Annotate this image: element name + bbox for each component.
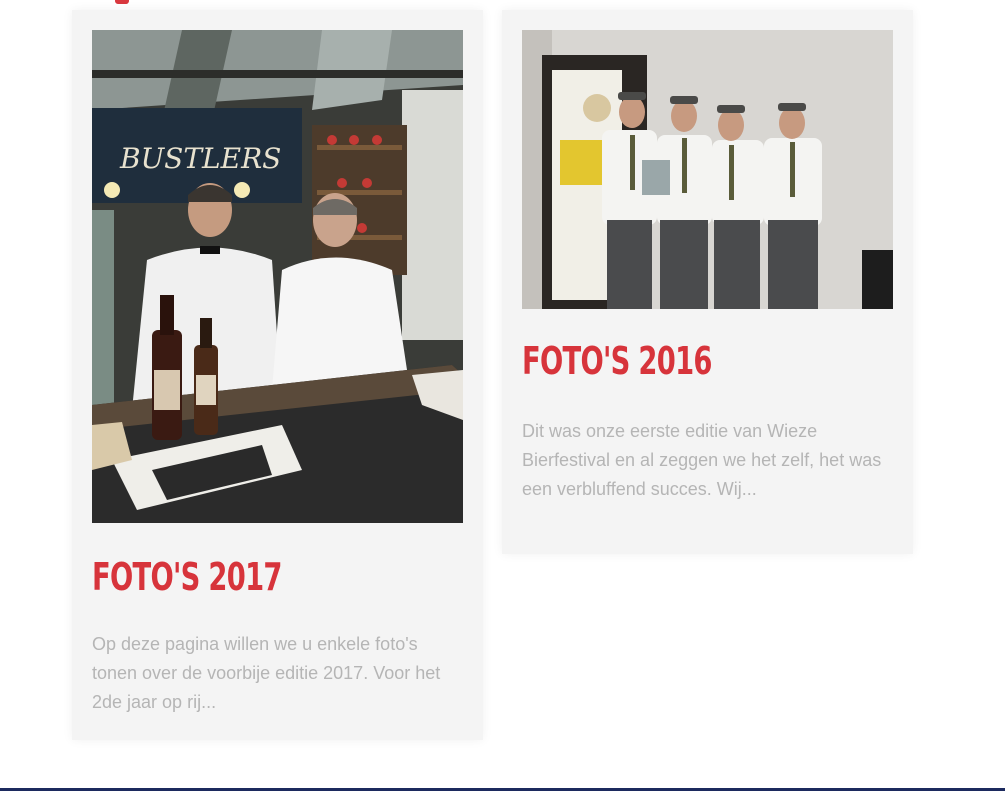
bar-photo: BUSTLERS xyxy=(92,30,463,523)
post-excerpt-2017: Op deze pagina willen we u enkele foto's… xyxy=(92,634,441,712)
post-card-2017: BUSTLERS FOTO'S 2017 Op deze pagina will… xyxy=(72,10,483,740)
post-image-2016[interactable] xyxy=(522,30,893,309)
bustlers-sign: BUSTLERS xyxy=(119,142,281,175)
post-excerpt-2016: Dit was onze eerste editie van Wieze Bie… xyxy=(522,421,882,499)
post-card-2016: FOTO'S 2016 Dit was onze eerste editie v… xyxy=(502,10,913,554)
group-photo xyxy=(522,30,893,309)
top-accent-bar xyxy=(115,0,129,4)
post-image-2017[interactable]: BUSTLERS xyxy=(92,30,463,523)
post-title-2016[interactable]: FOTO'S 2016 xyxy=(522,339,712,383)
post-title-2017[interactable]: FOTO'S 2017 xyxy=(92,555,282,599)
